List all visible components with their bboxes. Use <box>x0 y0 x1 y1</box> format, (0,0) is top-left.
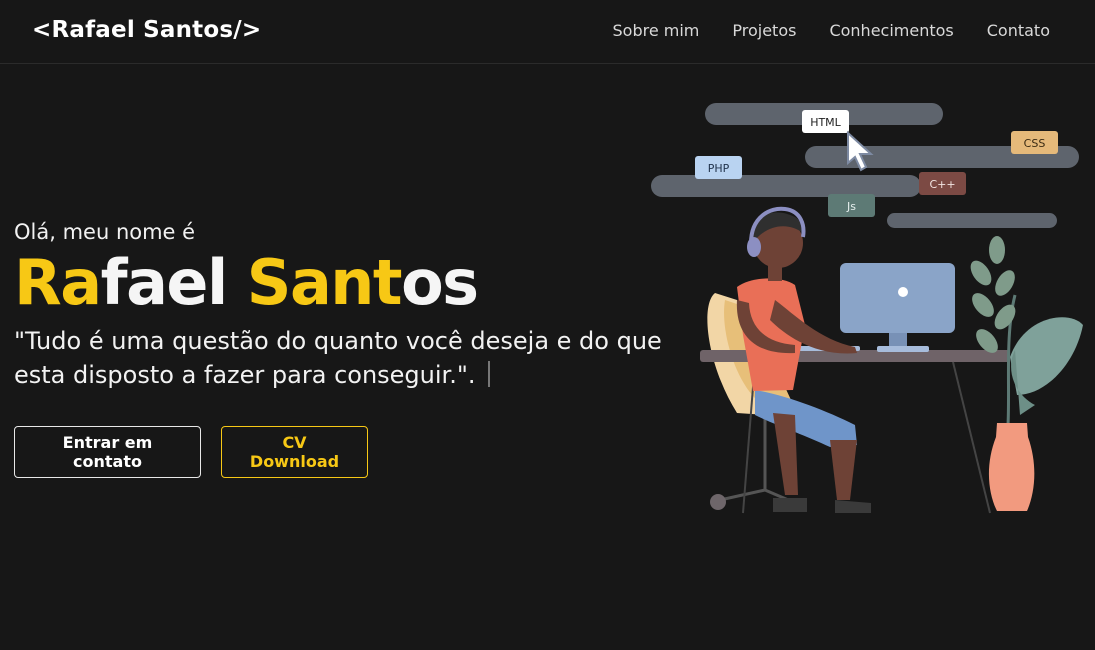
tag-cpp: C++ <box>919 172 966 195</box>
person-shoe <box>835 500 871 513</box>
quote-text: "Tudo é uma questão do quanto você desej… <box>14 327 662 389</box>
tag-html: HTML <box>802 110 849 133</box>
chair-wheel <box>710 494 726 510</box>
plant-big-leaf <box>1010 317 1083 395</box>
cv-download-button[interactable]: CV Download <box>221 426 368 478</box>
desk-leg <box>952 361 991 514</box>
name-part-1: Ra <box>14 246 102 319</box>
hero-section: Olá, meu nome é Rafael Santos "Tudo é um… <box>14 220 674 392</box>
plant-leaf <box>994 304 1016 330</box>
nav-link-contato[interactable]: Contato <box>987 21 1050 40</box>
nav-link-projetos[interactable]: Projetos <box>732 21 796 40</box>
hero-quote: "Tudo é uma questão do quanto você desej… <box>14 324 674 392</box>
name-part-3: Sant <box>246 246 403 319</box>
plant-leaf <box>989 236 1005 264</box>
plant-vase <box>988 423 1035 511</box>
top-header: <Rafael Santos/> Sobre mim Projetos Conh… <box>0 0 1095 64</box>
plant-leaf <box>972 293 994 317</box>
tag-js-label: Js <box>846 200 856 213</box>
contact-button[interactable]: Entrar em contato <box>14 426 201 478</box>
headphones-icon <box>747 237 761 257</box>
person-shin <box>773 413 798 495</box>
developer-illustration: HTML CSS PHP C++ Js <box>651 103 1083 514</box>
monitor-dot <box>898 287 908 297</box>
nav-link-sobre-mim[interactable]: Sobre mim <box>613 21 700 40</box>
site-logo[interactable]: <Rafael Santos/> <box>32 17 261 43</box>
tag-php-label: PHP <box>708 162 730 175</box>
person-shoe <box>773 498 807 512</box>
cloud-bar <box>887 213 1057 228</box>
person-legs <box>755 390 857 447</box>
tag-css-label: CSS <box>1024 137 1046 150</box>
tag-cpp-label: C++ <box>929 178 955 191</box>
typing-caret <box>487 361 490 387</box>
plant-leaf <box>995 270 1015 296</box>
hero-buttons: Entrar em contato CV Download <box>14 426 368 478</box>
greeting-text: Olá, meu nome é <box>14 220 196 244</box>
monitor-screen <box>840 263 955 333</box>
main-nav: Sobre mim Projetos Conhecimentos Contato <box>613 21 1051 40</box>
monitor-base <box>877 346 929 352</box>
cloud-bar <box>651 175 921 197</box>
tag-css: CSS <box>1011 131 1058 154</box>
hero-name: Rafael Santos <box>14 248 674 318</box>
tag-html-label: HTML <box>810 116 841 129</box>
chair-leg <box>719 488 766 502</box>
name-part-4: os <box>401 246 479 319</box>
nav-link-conhecimentos[interactable]: Conhecimentos <box>829 21 953 40</box>
plant-leaf <box>970 260 992 286</box>
tag-php: PHP <box>695 156 742 179</box>
tag-js: Js <box>828 194 875 217</box>
name-part-2: fael <box>100 246 247 319</box>
person-shin <box>830 440 857 500</box>
